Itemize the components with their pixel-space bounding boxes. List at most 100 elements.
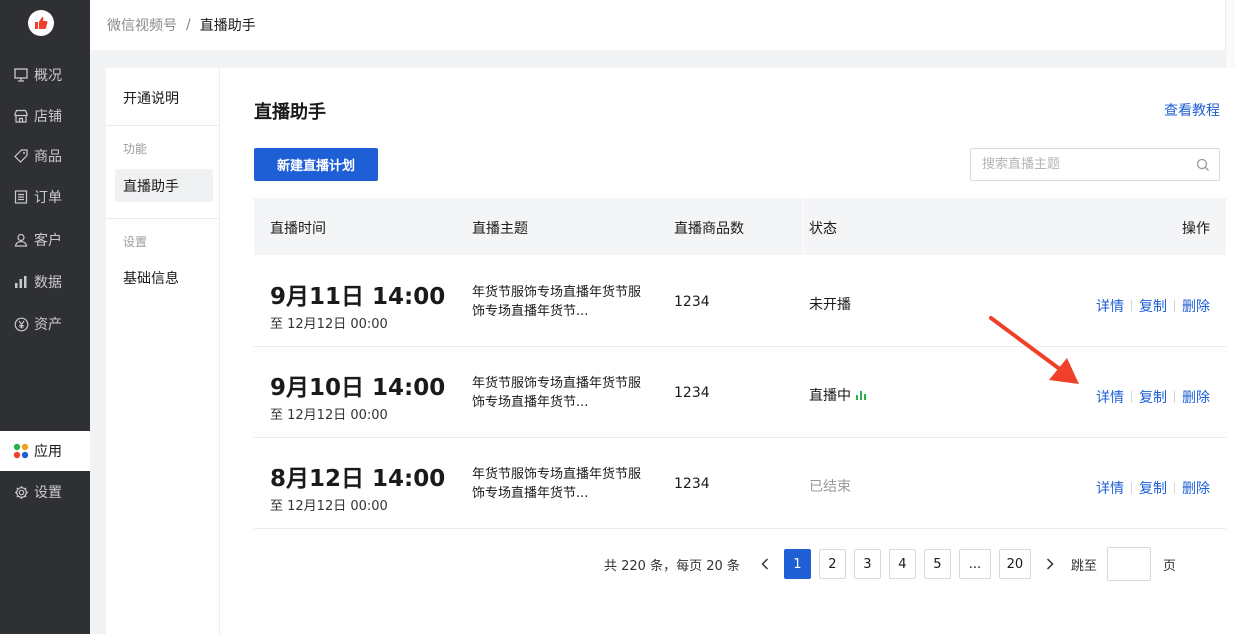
live-end-time: 至 12月12日 00:00: [270, 499, 388, 514]
secondary-nav: 开通说明 功能 直播助手 设置 基础信息: [106, 68, 220, 634]
pagination-total: 共 220 条，每页 20 条: [604, 558, 740, 574]
sidebar-item-settings[interactable]: 设置: [0, 472, 90, 512]
main-sidebar: 概况 店铺 商品 订单 客户 数据 资产 应用 设置: [0, 0, 90, 634]
subnav-item-live-assistant[interactable]: 直播助手: [115, 169, 213, 202]
user-icon: [12, 231, 30, 249]
delete-link[interactable]: 删除: [1182, 296, 1210, 316]
next-page-button[interactable]: [1039, 549, 1061, 579]
jump-to-label: 跳至: [1070, 558, 1097, 574]
search-input[interactable]: [971, 149, 1181, 180]
breadcrumb-current: 直播助手: [199, 18, 256, 34]
live-start-time: 9月11日 14:00: [270, 284, 446, 310]
action-divider: [1174, 300, 1175, 312]
new-live-plan-button[interactable]: 新建直播计划: [254, 148, 378, 181]
live-start-time: 8月12日 14:00: [270, 466, 446, 492]
page-button-4[interactable]: 4: [888, 549, 916, 579]
page-button-2[interactable]: 2: [818, 549, 846, 579]
column-header-status: 状态: [809, 221, 837, 237]
app-logo[interactable]: [28, 10, 54, 36]
sidebar-item-assets[interactable]: 资产: [0, 304, 90, 344]
subnav-item-label: 直播助手: [123, 178, 179, 195]
row-actions: 详情 复制 删除: [1096, 296, 1210, 316]
sidebar-item-label: 订单: [34, 190, 62, 206]
table-header: 直播时间 直播主题 直播商品数 状态 操作: [254, 198, 1226, 255]
prev-page-button[interactable]: [754, 549, 776, 579]
apps-icon: [12, 442, 30, 460]
status-text: 未开播: [809, 297, 851, 313]
sidebar-item-label: 数据: [34, 275, 62, 291]
live-topic: 年货节服饰专场直播年货节服饰专场直播年货节...: [472, 285, 642, 319]
chevron-right-icon: [1046, 558, 1054, 570]
copy-link[interactable]: 复制: [1139, 387, 1167, 407]
live-topic: 年货节服饰专场直播年货节服饰专场直播年货节...: [472, 467, 642, 501]
sidebar-item-apps[interactable]: 应用: [0, 431, 90, 471]
sidebar-item-customers[interactable]: 客户: [0, 220, 90, 260]
view-tutorial-link[interactable]: 查看教程: [1164, 100, 1220, 120]
subnav-item-intro[interactable]: 开通说明: [123, 88, 179, 108]
sidebar-item-data[interactable]: 数据: [0, 262, 90, 302]
thumbs-up-logo-icon: [35, 17, 48, 29]
delete-link[interactable]: 删除: [1182, 387, 1210, 407]
search-box: [970, 148, 1220, 181]
breadcrumb: 微信视频号 / 直播助手: [90, 0, 1235, 96]
live-start-time: 9月10日 14:00: [270, 375, 446, 401]
pagination: 共 220 条，每页 20 条 1 2 3 4 5 ... 20 跳至 页: [604, 547, 1176, 581]
status-text: 已结束: [809, 479, 851, 495]
store-icon: [12, 107, 30, 125]
column-header-topic: 直播主题: [472, 221, 528, 237]
status-live: 直播中: [809, 385, 866, 405]
live-end-time: 至 12月12日 00:00: [270, 408, 388, 423]
page-title: 直播助手: [254, 102, 326, 123]
copy-link[interactable]: 复制: [1139, 296, 1167, 316]
breadcrumb-parent[interactable]: 微信视频号: [107, 15, 177, 35]
breadcrumb-separator: /: [186, 17, 191, 33]
sidebar-item-label: 资产: [34, 317, 62, 333]
sidebar-item-products[interactable]: 商品: [0, 136, 90, 176]
product-count: 1234: [674, 385, 710, 401]
detail-link[interactable]: 详情: [1096, 478, 1124, 498]
status-text: 直播中: [809, 388, 851, 404]
action-divider: [1174, 482, 1175, 494]
subnav-divider: [106, 218, 220, 219]
row-actions: 详情 复制 删除: [1096, 478, 1210, 498]
sidebar-item-orders[interactable]: 订单: [0, 177, 90, 217]
sidebar-item-store[interactable]: 店铺: [0, 96, 90, 136]
sidebar-item-label: 应用: [34, 444, 62, 460]
order-icon: [12, 188, 30, 206]
subnav-divider: [106, 125, 220, 126]
sidebar-item-label: 概况: [34, 68, 62, 84]
search-icon[interactable]: [1196, 157, 1210, 176]
page-button-5[interactable]: 5: [923, 549, 951, 579]
annotation-arrow-icon: [989, 316, 1079, 384]
page-button-3[interactable]: 3: [853, 549, 881, 579]
column-header-count: 直播商品数: [674, 221, 744, 237]
gear-icon: [12, 483, 30, 501]
copy-link[interactable]: 复制: [1139, 478, 1167, 498]
detail-link[interactable]: 详情: [1096, 296, 1124, 316]
subnav-item-basic-info[interactable]: 基础信息: [123, 268, 179, 288]
jump-page-input[interactable]: [1106, 547, 1151, 581]
detail-link[interactable]: 详情: [1096, 387, 1124, 407]
bar-chart-icon: [12, 273, 30, 291]
sidebar-item-overview[interactable]: 概况: [0, 55, 90, 95]
product-count: 1234: [674, 476, 710, 492]
table-row: 8月12日 14:00 至 12月12日 00:00 年货节服饰专场直播年货节服…: [254, 438, 1226, 529]
action-divider: [1131, 391, 1132, 403]
yen-icon: [12, 315, 30, 333]
page-ellipsis[interactable]: ...: [958, 549, 991, 579]
column-header-actions: 操作: [1182, 221, 1210, 237]
action-divider: [1131, 482, 1132, 494]
delete-link[interactable]: 删除: [1182, 478, 1210, 498]
subnav-group-settings: 设置: [123, 235, 148, 249]
page-button-20[interactable]: 20: [998, 549, 1031, 579]
row-actions: 详情 复制 删除: [1096, 387, 1210, 407]
chevron-left-icon: [761, 558, 768, 570]
page-button-1[interactable]: 1: [783, 549, 811, 579]
action-divider: [1131, 300, 1132, 312]
tag-icon: [12, 147, 30, 165]
column-divider: [803, 198, 804, 255]
live-topic: 年货节服饰专场直播年货节服饰专场直播年货节...: [472, 376, 642, 410]
subnav-group-function: 功能: [123, 142, 148, 156]
live-end-time: 至 12月12日 00:00: [270, 317, 388, 332]
page-unit-label: 页: [1162, 558, 1176, 574]
